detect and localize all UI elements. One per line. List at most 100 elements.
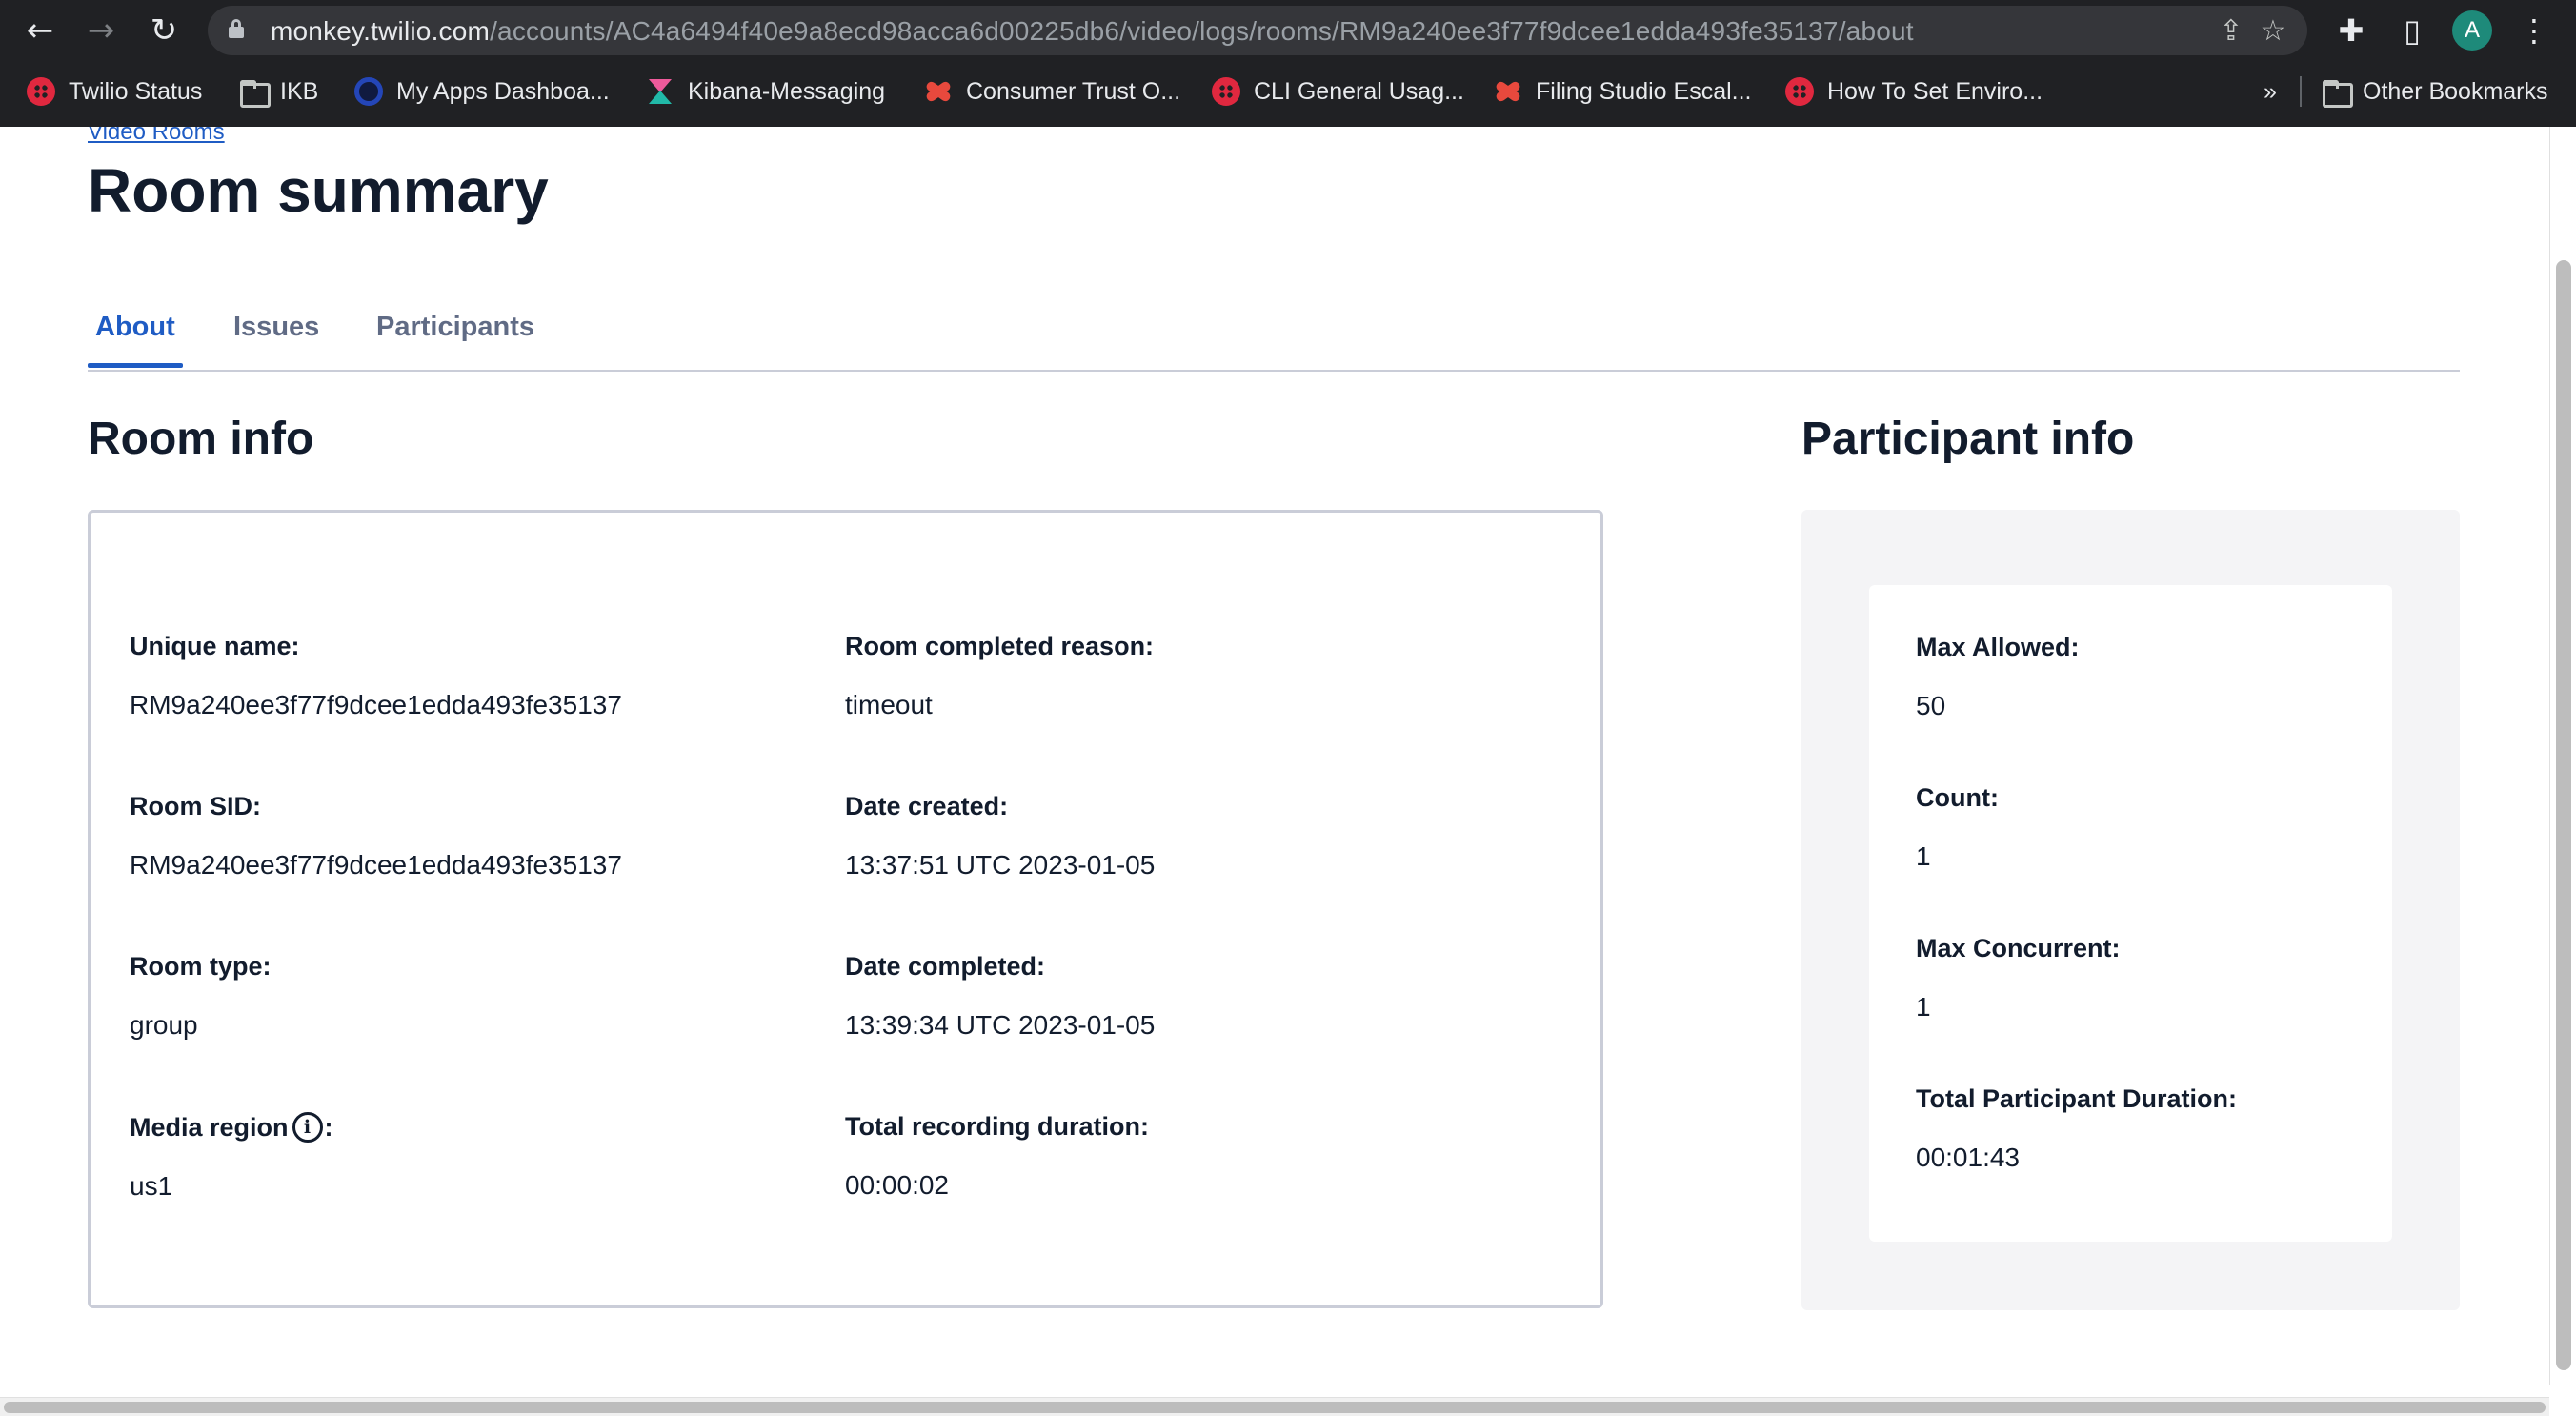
max-concurrent-field: Max Concurrent: 1 bbox=[1916, 934, 2121, 1022]
scrollbar-thumb[interactable] bbox=[4, 1402, 2546, 1413]
page-title: Room summary bbox=[88, 156, 549, 225]
star-icon[interactable]: ☆ bbox=[2256, 13, 2290, 48]
horizontal-scrollbar[interactable] bbox=[0, 1397, 2549, 1416]
breadcrumb-video-rooms[interactable]: Video Rooms bbox=[88, 127, 225, 146]
avatar[interactable]: A bbox=[2452, 10, 2492, 51]
twilio-icon bbox=[1785, 77, 1814, 106]
room-info-card: Unique name: RM9a240ee3f77f9dcee1edda493… bbox=[88, 510, 1603, 1308]
field-label: Unique name: bbox=[130, 632, 300, 660]
url-text[interactable]: monkey.twilio.com/accounts/AC4a6494f40e9… bbox=[271, 16, 1914, 47]
confluence-icon bbox=[924, 77, 953, 106]
bookmark-kibana[interactable]: Kibana-Messaging bbox=[646, 67, 885, 116]
date-completed-field: Date completed: 13:39:34 UTC 2023-01-05 bbox=[845, 952, 1155, 1041]
field-value: 13:37:51 UTC 2023-01-05 bbox=[845, 850, 1156, 880]
field-label: Total Participant Duration: bbox=[1916, 1084, 2238, 1113]
bookmark-label: How To Set Enviro... bbox=[1827, 77, 2043, 105]
field-value: 50 bbox=[1916, 691, 1946, 720]
max-allowed-field: Max Allowed: 50 bbox=[1916, 633, 2080, 721]
participant-info-panel: Max Allowed: 50 Count: 1 Max Concurrent:… bbox=[1801, 510, 2460, 1310]
page-content: Video Rooms Room summary About Issues Pa… bbox=[0, 127, 2576, 1416]
field-value: 00:01:43 bbox=[1916, 1143, 2020, 1172]
tab-participants[interactable]: Participants bbox=[376, 312, 534, 364]
puzzle-icon[interactable]: ✚ bbox=[2330, 10, 2372, 51]
bookmark-ikb[interactable]: IKB bbox=[238, 67, 318, 116]
total-participant-duration-field: Total Participant Duration: 00:01:43 bbox=[1916, 1084, 2237, 1173]
tab-issues[interactable]: Issues bbox=[233, 312, 319, 364]
bookmark-label: Consumer Trust O... bbox=[966, 77, 1181, 105]
bookmark-label: Other Bookmarks bbox=[2363, 77, 2548, 105]
bookmark-my-apps[interactable]: My Apps Dashboa... bbox=[354, 67, 610, 116]
tab-about[interactable]: About bbox=[88, 312, 183, 368]
bookmark-twilio-status[interactable]: Twilio Status bbox=[27, 67, 202, 116]
browser-toolbar: ← → ↻ monkey.twilio.com/accounts/AC4a649… bbox=[0, 0, 2576, 61]
field-label: Date created: bbox=[845, 792, 1009, 820]
bookmark-label: CLI General Usag... bbox=[1254, 77, 1464, 105]
field-label: Total recording duration: bbox=[845, 1112, 1149, 1141]
field-label: Room completed reason: bbox=[845, 632, 1155, 660]
other-bookmarks-folder[interactable]: Other Bookmarks bbox=[2321, 67, 2548, 116]
side-panel-icon[interactable]: ▯ bbox=[2391, 10, 2433, 51]
bookmark-filing-studio[interactable]: Filing Studio Escal... bbox=[1494, 67, 1752, 116]
lock-icon[interactable] bbox=[229, 19, 244, 38]
kebab-menu-icon[interactable]: ⋮ bbox=[2513, 10, 2555, 51]
bookmark-consumer-trust[interactable]: Consumer Trust O... bbox=[924, 67, 1180, 116]
media-region-label: Media region bbox=[130, 1112, 289, 1142]
folder-icon bbox=[2321, 77, 2353, 108]
address-bar[interactable]: monkey.twilio.com/accounts/AC4a6494f40e9… bbox=[208, 6, 2307, 55]
completed-reason-field: Room completed reason: timeout bbox=[845, 632, 1154, 720]
field-value: 1 bbox=[1916, 992, 1931, 1022]
bookmark-cli-general[interactable]: CLI General Usag... bbox=[1212, 67, 1464, 116]
field-value: group bbox=[130, 1010, 198, 1040]
folder-icon bbox=[238, 77, 271, 108]
bookmark-label: My Apps Dashboa... bbox=[396, 77, 610, 105]
room-type-field: Room type: group bbox=[130, 952, 272, 1041]
bookmark-how-to-set[interactable]: How To Set Enviro... bbox=[1785, 67, 2043, 116]
bookmark-label: IKB bbox=[280, 77, 319, 105]
bookmark-label: Twilio Status bbox=[69, 77, 203, 105]
bookmark-label: Kibana-Messaging bbox=[688, 77, 886, 105]
bookmarks-divider bbox=[2300, 76, 2302, 107]
field-label: Count: bbox=[1916, 783, 1999, 812]
scrollbar-thumb[interactable] bbox=[2556, 260, 2571, 1370]
field-label: Room type: bbox=[130, 952, 272, 981]
kibana-icon bbox=[646, 77, 674, 106]
room-info-heading: Room info bbox=[88, 414, 314, 464]
twilio-icon bbox=[27, 77, 55, 106]
bookmarks-bar: Twilio Status IKB My Apps Dashboa... Kib… bbox=[0, 67, 2576, 116]
url-path: /accounts/AC4a6494f40e9a8ecd98acca6d0022… bbox=[490, 16, 1914, 46]
field-value: us1 bbox=[130, 1171, 173, 1201]
field-label: Room SID: bbox=[130, 792, 261, 820]
url-host: monkey.twilio.com bbox=[271, 16, 491, 46]
field-label: Media region i : bbox=[130, 1112, 333, 1143]
confluence-icon bbox=[1494, 77, 1522, 106]
vertical-scrollbar[interactable] bbox=[2549, 127, 2576, 1385]
field-value: 1 bbox=[1916, 841, 1931, 871]
participant-info-card: Max Allowed: 50 Count: 1 Max Concurrent:… bbox=[1869, 585, 2392, 1242]
room-sid-field: Room SID: RM9a240ee3f77f9dcee1edda493fe3… bbox=[130, 792, 622, 880]
participant-info-heading: Participant info bbox=[1801, 414, 2135, 464]
tab-list: About Issues Participants bbox=[88, 298, 2460, 372]
field-value: timeout bbox=[845, 690, 933, 719]
field-value: 00:00:02 bbox=[845, 1170, 949, 1200]
forward-arrow-icon[interactable]: → bbox=[80, 10, 122, 51]
info-icon[interactable]: i bbox=[292, 1112, 323, 1143]
okta-icon bbox=[354, 77, 383, 106]
field-label: Max Allowed: bbox=[1916, 633, 2080, 661]
share-icon[interactable]: ⇪ bbox=[2214, 13, 2248, 48]
field-label: Date completed: bbox=[845, 952, 1046, 981]
unique-name-field: Unique name: RM9a240ee3f77f9dcee1edda493… bbox=[130, 632, 622, 720]
reload-icon[interactable]: ↻ bbox=[143, 10, 185, 51]
bookmarks-overflow-button[interactable]: » bbox=[2264, 67, 2277, 116]
field-value: 13:39:34 UTC 2023-01-05 bbox=[845, 1010, 1156, 1040]
count-field: Count: 1 bbox=[1916, 783, 1999, 872]
field-label: Max Concurrent: bbox=[1916, 934, 2121, 962]
bookmark-label: Filing Studio Escal... bbox=[1536, 77, 1752, 105]
field-value: RM9a240ee3f77f9dcee1edda493fe35137 bbox=[130, 850, 622, 880]
twilio-icon bbox=[1212, 77, 1240, 106]
recording-duration-field: Total recording duration: 00:00:02 bbox=[845, 1112, 1149, 1201]
browser-chrome: ← → ↻ monkey.twilio.com/accounts/AC4a649… bbox=[0, 0, 2576, 127]
media-region-field: Media region i : us1 bbox=[130, 1112, 333, 1202]
label-suffix: : bbox=[324, 1112, 333, 1142]
back-arrow-icon[interactable]: ← bbox=[19, 10, 61, 51]
date-created-field: Date created: 13:37:51 UTC 2023-01-05 bbox=[845, 792, 1155, 880]
